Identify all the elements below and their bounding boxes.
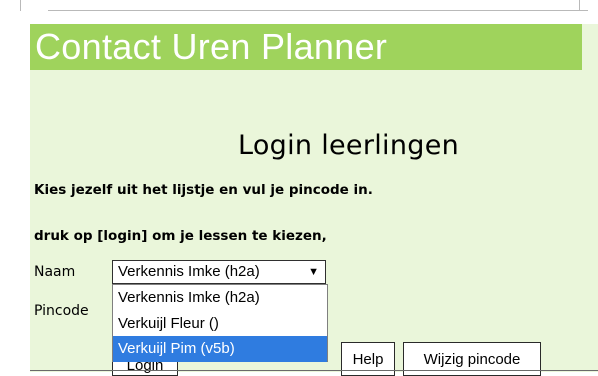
dropdown-option-highlighted[interactable]: Verkuijl Pim (v5b)	[113, 336, 327, 362]
app-header: Contact Uren Planner	[30, 24, 582, 70]
top-divider-corner	[579, 0, 580, 11]
naam-dropdown-list[interactable]: Verkennis Imke (h2a) Verkuijl Fleur () V…	[112, 284, 328, 362]
instruction-text-2: druk op [login] om je lessen te kiezen,	[34, 228, 327, 244]
page-title: Login leerlingen	[238, 130, 460, 161]
pincode-label: Pincode	[34, 303, 89, 319]
dropdown-arrow-icon[interactable]: ▼	[308, 264, 319, 280]
naam-label: Naam	[34, 264, 76, 280]
dropdown-option[interactable]: Verkennis Imke (h2a)	[113, 285, 327, 310]
login-panel: Contact Uren Planner Login leerlingen Ki…	[30, 24, 598, 376]
dropdown-option[interactable]: Verkuijl Fleur ()	[113, 311, 327, 336]
naam-select[interactable]: Verkennis Imke (h2a) ▼	[112, 260, 326, 284]
bottom-divider	[30, 370, 598, 371]
app-title: Contact Uren Planner	[35, 26, 388, 67]
top-strip	[0, 0, 598, 12]
instruction-text-1: Kies jezelf uit het lijstje en vul je pi…	[34, 182, 373, 198]
change-pincode-button-label: Wijzig pincode	[423, 350, 521, 368]
naam-select-value: Verkennis Imke (h2a)	[118, 263, 260, 280]
help-button-label: Help	[352, 350, 384, 368]
top-divider-line	[48, 10, 588, 11]
top-divider-tick	[20, 0, 21, 11]
